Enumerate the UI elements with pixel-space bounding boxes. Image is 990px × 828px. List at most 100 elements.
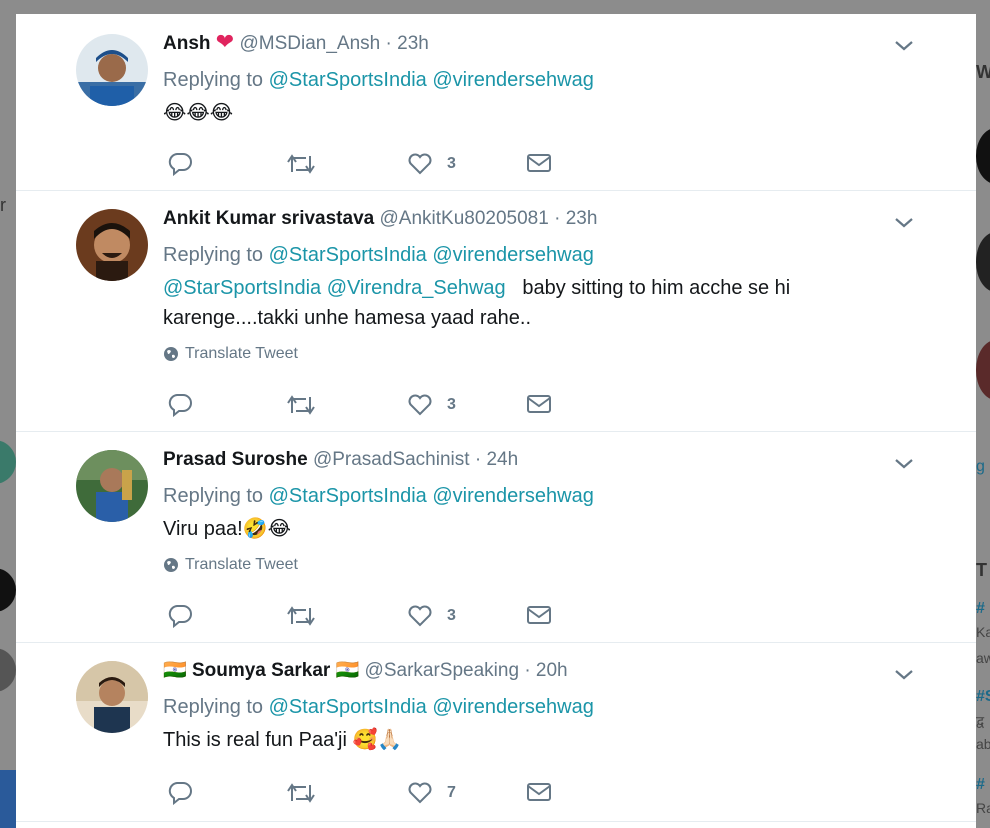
reply-button[interactable]	[167, 604, 193, 628]
user-handle[interactable]: @PrasadSachinist	[313, 449, 470, 470]
reply-tweet[interactable]: Ansh ❤ @MSDian_Ansh · 23h Replying to @S…	[16, 14, 976, 191]
avatar[interactable]	[76, 450, 148, 522]
background-avatar	[976, 232, 990, 292]
display-name[interactable]: Ankit Kumar srivastava	[163, 208, 374, 229]
retweet-button[interactable]	[286, 781, 316, 805]
mention-link[interactable]: @Virendra_Sehwag	[327, 277, 506, 299]
mention-link[interactable]: @virendersehwag	[432, 485, 594, 507]
india-flag-icon: 🇮🇳	[335, 660, 360, 681]
retweet-icon	[287, 395, 315, 415]
replying-label: Replying to	[163, 244, 264, 266]
user-handle[interactable]: @SarkarSpeaking	[365, 660, 519, 681]
background-text: #	[976, 600, 985, 617]
retweet-button[interactable]	[286, 152, 316, 176]
reply-tweet[interactable]: Prasad Suroshe @PrasadSachinist · 24h Re…	[16, 432, 976, 643]
reply-icon	[168, 153, 192, 176]
background-left-column: r	[0, 0, 16, 828]
envelope-icon	[527, 395, 551, 413]
background-header: ifi r	[0, 0, 990, 16]
reply-button[interactable]	[167, 781, 193, 805]
background-text: Ka	[976, 624, 990, 640]
mention-link[interactable]: @virendersehwag	[432, 69, 594, 91]
reply-button[interactable]	[167, 393, 193, 417]
user-handle[interactable]: @AnkitKu80205081	[380, 208, 549, 229]
direct-message-button[interactable]	[526, 393, 552, 415]
display-name[interactable]: Prasad Suroshe	[163, 449, 308, 470]
tweet-text: Viru paa!🤣😂	[163, 518, 291, 540]
reply-button[interactable]	[167, 152, 193, 176]
heart-badge-icon: ❤	[215, 29, 235, 54]
user-handle[interactable]: @MSDian_Ansh	[240, 33, 381, 54]
mention-link[interactable]: @virendersehwag	[432, 696, 594, 718]
like-button[interactable]: 3	[407, 604, 456, 628]
tweet-text: @StarSportsIndia @Virendra_Sehwag baby s…	[163, 273, 916, 333]
retweet-button[interactable]	[286, 393, 316, 417]
direct-message-button[interactable]	[526, 781, 552, 803]
background-text: aw	[976, 650, 990, 666]
envelope-icon	[527, 154, 551, 172]
background-avatar	[0, 648, 16, 692]
translate-label: Translate Tweet	[185, 556, 298, 573]
translate-tweet-link[interactable]: Translate Tweet	[163, 345, 916, 363]
background-right-column: W g T # Ka aw #S द्व ab # Ra	[976, 0, 990, 828]
reply-tweet[interactable]: Ankit Kumar srivastava @AnkitKu80205081 …	[16, 191, 976, 432]
replies-panel: Ansh ❤ @MSDian_Ansh · 23h Replying to @S…	[16, 14, 976, 828]
timestamp[interactable]: 23h	[397, 33, 429, 54]
separator: ·	[554, 208, 561, 229]
retweet-icon	[287, 606, 315, 626]
tweet-text: This is real fun Paa'ji 🥰🙏🏻	[163, 729, 403, 751]
avatar[interactable]	[76, 661, 148, 733]
reply-icon	[168, 782, 192, 805]
like-button[interactable]: 7	[407, 781, 456, 805]
reply-tweet[interactable]: 🇮🇳 Soumya Sarkar 🇮🇳 @SarkarSpeaking · 20…	[16, 643, 976, 822]
globe-icon	[164, 347, 178, 361]
chevron-down-icon[interactable]	[892, 663, 916, 687]
chevron-down-icon[interactable]	[892, 211, 916, 235]
translate-tweet-link[interactable]: Translate Tweet	[163, 556, 916, 574]
heart-icon	[408, 782, 432, 804]
like-button[interactable]: 3	[407, 393, 456, 417]
background-avatar	[0, 568, 16, 612]
background-text: द्व	[976, 713, 985, 729]
avatar[interactable]	[76, 209, 148, 281]
india-flag-icon: 🇮🇳	[163, 660, 187, 681]
tweet-text-line: karenge....takki unhe hamesa yaad rahe..	[163, 307, 532, 329]
background-text: #S	[976, 688, 990, 705]
like-count: 3	[447, 396, 456, 413]
avatar[interactable]	[76, 34, 148, 106]
like-button[interactable]: 3	[407, 152, 456, 176]
timestamp[interactable]: 24h	[486, 449, 518, 470]
direct-message-button[interactable]	[526, 152, 552, 174]
mention-link[interactable]: @virendersehwag	[432, 244, 594, 266]
background-text: W	[976, 62, 990, 82]
separator: ·	[474, 449, 482, 470]
timestamp[interactable]: 23h	[566, 208, 598, 229]
background-text: T	[976, 560, 987, 580]
timestamp[interactable]: 20h	[536, 660, 568, 681]
mention-link[interactable]: @StarSportsIndia	[269, 485, 427, 507]
replying-label: Replying to	[163, 485, 264, 507]
background-text: r	[0, 195, 6, 215]
replying-label: Replying to	[163, 696, 264, 718]
like-count: 7	[447, 784, 456, 801]
background-avatar	[976, 340, 990, 400]
mention-link[interactable]: @StarSportsIndia	[269, 69, 427, 91]
like-count: 3	[447, 607, 456, 624]
retweet-icon	[287, 154, 315, 174]
chevron-down-icon[interactable]	[892, 34, 916, 58]
mention-link[interactable]: @StarSportsIndia	[163, 277, 321, 299]
reply-icon	[168, 394, 192, 417]
tweet-text-line: baby sitting to him acche se hi	[522, 277, 791, 299]
direct-message-button[interactable]	[526, 604, 552, 626]
envelope-icon	[527, 606, 551, 624]
retweet-button[interactable]	[286, 604, 316, 628]
display-name[interactable]: Soumya Sarkar	[192, 660, 330, 681]
chevron-down-icon[interactable]	[892, 452, 916, 476]
mention-link[interactable]: @StarSportsIndia	[269, 244, 427, 266]
mention-link[interactable]: @StarSportsIndia	[269, 696, 427, 718]
replying-label: Replying to	[163, 69, 264, 91]
tweet-text: 😂😂😂	[163, 102, 234, 124]
separator: ·	[524, 660, 531, 681]
display-name[interactable]: Ansh	[163, 33, 211, 54]
background-image	[0, 770, 16, 828]
